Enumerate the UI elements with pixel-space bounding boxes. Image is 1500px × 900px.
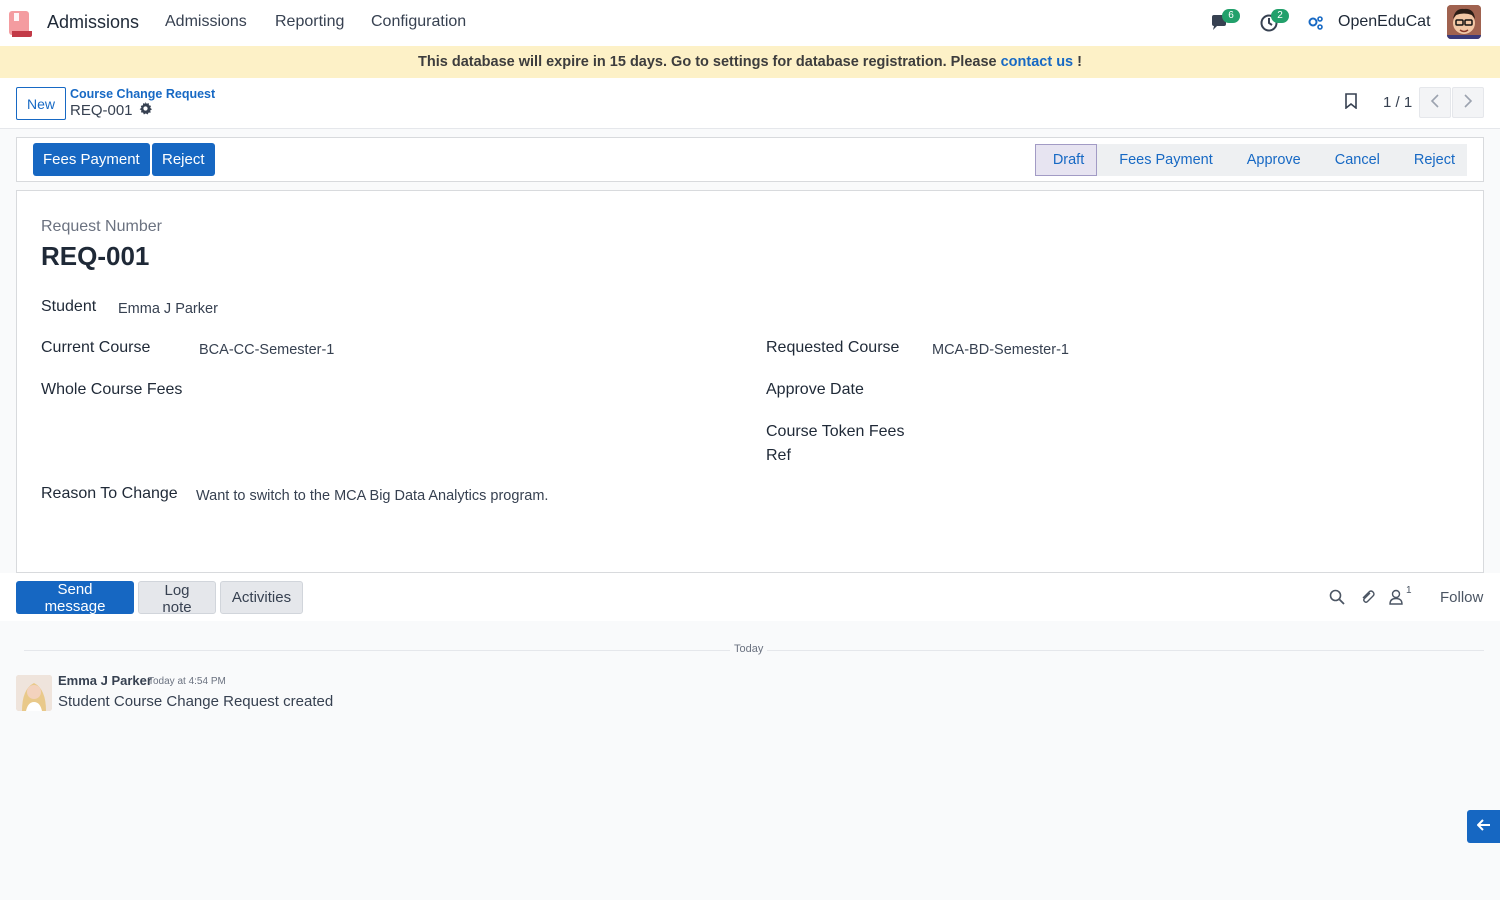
current-course-field[interactable]: BCA-CC-Semester-1 <box>199 342 334 358</box>
form-sheet: Request Number REQ-001 Student Emma J Pa… <box>16 190 1484 573</box>
debug-gears-icon[interactable] <box>1304 11 1328 35</box>
followers-icon[interactable] <box>1387 588 1405 606</box>
requested-course-field[interactable]: MCA-BD-Semester-1 <box>932 342 1069 358</box>
pager-previous-button[interactable] <box>1419 87 1451 118</box>
activities-button[interactable]: Activities <box>220 581 303 614</box>
expand-sidebar-button[interactable] <box>1467 810 1500 843</box>
follow-button[interactable]: Follow <box>1440 589 1483 606</box>
whole-course-fees-label: Whole Course Fees <box>41 381 183 398</box>
stage-approve[interactable]: Approve <box>1224 144 1313 176</box>
menu-configuration[interactable]: Configuration <box>371 13 466 31</box>
search-icon[interactable] <box>1328 588 1346 606</box>
messages-icon[interactable]: 6 <box>1208 9 1240 35</box>
approve-date-label: Approve Date <box>766 381 864 398</box>
banner-text: This database will expire in 15 days. Go… <box>418 54 1001 70</box>
contact-us-link[interactable]: contact us <box>1001 54 1074 70</box>
new-button[interactable]: New <box>16 87 66 120</box>
company-switcher[interactable]: OpenEduCat <box>1338 13 1431 31</box>
bookmark-icon[interactable] <box>1344 93 1358 112</box>
stage-cancel[interactable]: Cancel <box>1312 144 1392 176</box>
form-statusbar: Fees Payment Reject Draft Fees Payment A… <box>16 137 1484 182</box>
app-logo-icon[interactable] <box>8 9 36 37</box>
app-name[interactable]: Admissions <box>47 12 139 33</box>
arrow-left-icon <box>1476 818 1491 835</box>
gear-icon[interactable] <box>139 102 152 119</box>
student-field[interactable]: Emma J Parker <box>118 301 218 317</box>
reject-button[interactable]: Reject <box>152 143 215 176</box>
chatter-toolbar: Send message Log note Activities 1 Follo… <box>0 573 1500 621</box>
control-panel: New Course Change Request REQ-001 1 / 1 <box>0 78 1500 129</box>
expiry-banner: This database will expire in 15 days. Go… <box>0 46 1500 78</box>
menu-reporting[interactable]: Reporting <box>275 13 344 31</box>
stage-fees-payment[interactable]: Fees Payment <box>1097 144 1225 176</box>
followers-count: 1 <box>1406 585 1412 596</box>
message-body: Student Course Change Request created <box>58 693 334 710</box>
reason-field[interactable]: Want to switch to the MCA Big Data Analy… <box>196 488 548 504</box>
breadcrumb-parent[interactable]: Course Change Request <box>70 87 215 101</box>
chevron-right-icon <box>1463 94 1473 111</box>
messages-badge: 6 <box>1222 9 1240 23</box>
ref-label: Ref <box>766 447 791 464</box>
breadcrumb-current: REQ-001 <box>70 102 152 119</box>
top-navbar: Admissions Admissions Reporting Configur… <box>0 0 1500 46</box>
fees-payment-button[interactable]: Fees Payment <box>33 143 150 176</box>
send-message-button[interactable]: Send message <box>16 581 134 615</box>
activities-clock-icon[interactable]: 2 <box>1257 9 1289 35</box>
menu-admissions[interactable]: Admissions <box>165 13 247 31</box>
current-course-label: Current Course <box>41 339 151 356</box>
request-number-label: Request Number <box>41 218 162 235</box>
requested-course-label: Requested Course <box>766 339 900 356</box>
chevron-left-icon <box>1430 94 1440 111</box>
user-avatar[interactable] <box>1447 5 1481 39</box>
message-author-avatar[interactable] <box>16 675 52 711</box>
message-author[interactable]: Emma J Parker <box>58 673 152 688</box>
log-note-button[interactable]: Log note <box>138 581 216 616</box>
date-separator-label: Today <box>730 643 768 655</box>
stage-draft[interactable]: Draft <box>1034 144 1098 176</box>
reason-label: Reason To Change <box>41 485 178 502</box>
request-number-value[interactable]: REQ-001 <box>41 241 149 272</box>
stage-reject[interactable]: Reject <box>1391 144 1467 176</box>
activities-badge: 2 <box>1271 9 1289 23</box>
banner-suffix: ! <box>1073 54 1082 70</box>
student-label: Student <box>41 298 97 315</box>
record-name: REQ-001 <box>70 102 133 119</box>
message-time: Today at 4:54 PM <box>148 676 226 687</box>
pager-next-button[interactable] <box>1452 87 1484 118</box>
course-token-fees-label: Course Token Fees <box>766 423 905 440</box>
status-stages: Draft Fees Payment Approve Cancel Reject <box>1034 144 1467 176</box>
pager-value[interactable]: 1 / 1 <box>1383 94 1412 111</box>
paperclip-icon[interactable] <box>1359 588 1377 606</box>
